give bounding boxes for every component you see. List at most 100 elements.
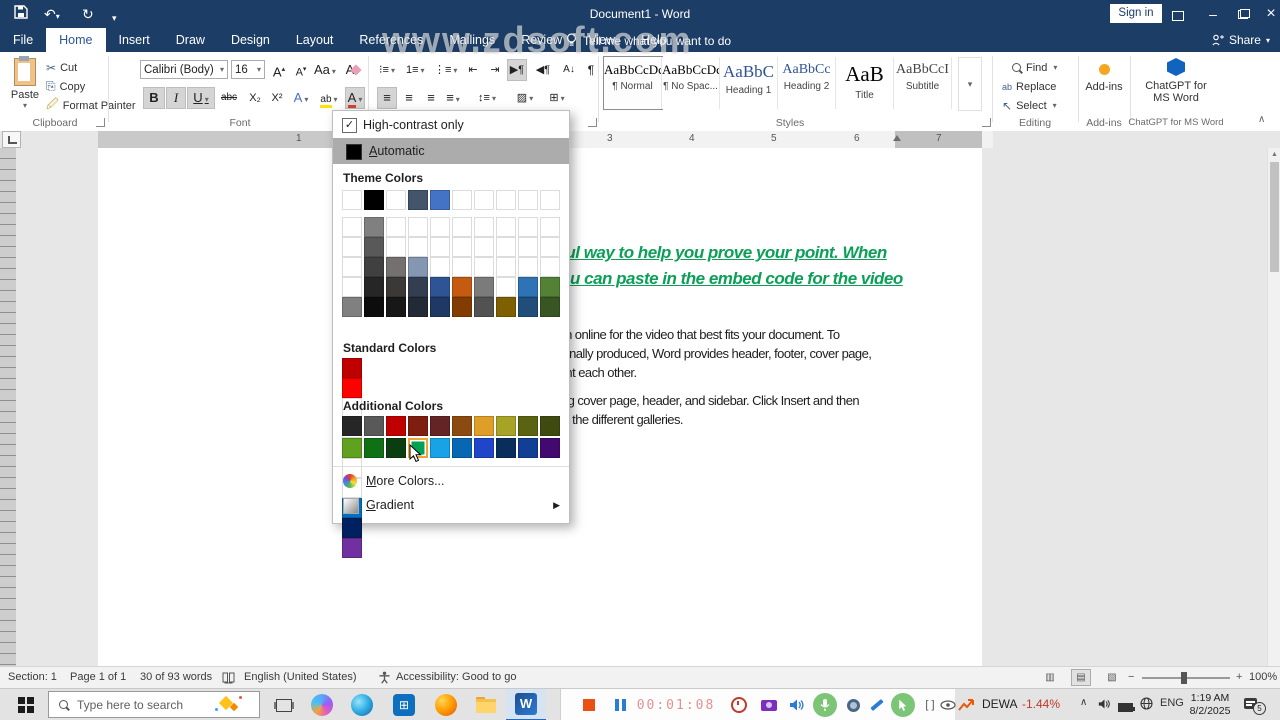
color-swatch[interactable] (386, 297, 406, 317)
color-swatch[interactable] (496, 257, 516, 277)
page-indicator[interactable]: Page 1 of 1 (70, 671, 126, 683)
copilot-button[interactable] (304, 689, 340, 720)
shrink-font-button[interactable]: A▾ (292, 60, 310, 80)
bold-button[interactable]: B (144, 88, 164, 108)
taskbar-search[interactable]: Type here to search (48, 691, 260, 718)
color-swatch[interactable] (364, 416, 384, 436)
screenshot-button[interactable] (757, 689, 781, 720)
start-button[interactable] (8, 689, 44, 720)
stock-name[interactable]: DEWA (982, 697, 1018, 711)
volume-icon[interactable] (1098, 697, 1111, 715)
style-subtitle[interactable]: AaBbCcISubtitle (894, 57, 952, 109)
tab-insert[interactable]: Insert (106, 28, 163, 52)
color-swatch[interactable] (342, 237, 362, 257)
color-swatch[interactable] (540, 277, 560, 297)
color-swatch[interactable] (408, 257, 428, 277)
section-indicator[interactable]: Section: 1 (8, 671, 57, 683)
share-button[interactable]: Share ▾ (1212, 33, 1270, 47)
pause-recording-button[interactable] (605, 689, 629, 720)
align-left-button[interactable]: ≡ (378, 88, 396, 108)
subscript-button[interactable]: X₂ (246, 88, 264, 108)
color-swatch[interactable] (518, 217, 538, 237)
store-button[interactable]: ⊞ (386, 689, 422, 720)
clear-formatting-button[interactable]: A (344, 60, 362, 80)
color-swatch[interactable] (342, 538, 362, 558)
select-button[interactable]: ↖Select▾ (1002, 97, 1057, 114)
timer-alarm-button[interactable] (727, 689, 751, 720)
task-view-button[interactable] (268, 689, 300, 720)
color-swatch[interactable] (342, 297, 362, 317)
text-effects-button[interactable]: A▾ (292, 88, 310, 108)
style-normal[interactable]: AaBbCcDc¶ Normal (604, 57, 662, 109)
zoom-level[interactable]: 100% (1249, 671, 1277, 683)
color-swatch[interactable] (364, 438, 384, 458)
checkbox-checked-icon[interactable]: ✓ (342, 118, 357, 133)
color-swatch[interactable] (518, 237, 538, 257)
scroll-up-icon[interactable]: ▲ (1268, 148, 1280, 158)
collapse-ribbon-icon[interactable]: ∧ (1258, 114, 1265, 125)
grow-font-button[interactable]: A▴ (270, 60, 288, 80)
increase-indent-button[interactable]: ⇥ (486, 60, 504, 80)
sign-in-button[interactable]: Sign in (1110, 4, 1162, 23)
color-swatch[interactable] (496, 416, 516, 436)
color-swatch[interactable] (540, 297, 560, 317)
color-swatch[interactable] (518, 257, 538, 277)
web-layout-button[interactable]: ▧ (1103, 670, 1121, 685)
shading-button[interactable]: ▨▾ (516, 88, 534, 108)
firefox-button[interactable] (428, 689, 464, 720)
print-layout-button[interactable]: ▤ (1072, 670, 1090, 685)
color-swatch[interactable] (386, 190, 406, 210)
cursor-highlight-button[interactable] (889, 689, 917, 720)
paste-button[interactable]: Paste ▾ (8, 56, 42, 114)
horizontal-ruler[interactable]: 1234567 (0, 131, 1280, 148)
color-swatch[interactable] (342, 416, 362, 436)
stock-change[interactable]: -1.44% (1022, 697, 1060, 711)
color-swatch[interactable] (430, 416, 450, 436)
word-taskbar-button[interactable]: W (506, 689, 546, 720)
color-swatch[interactable] (474, 277, 494, 297)
highlight-color-button[interactable]: ab▾ (320, 88, 338, 108)
color-swatch[interactable] (430, 190, 450, 210)
tab-design[interactable]: Design (218, 28, 283, 52)
color-swatch[interactable] (496, 190, 516, 210)
color-swatch[interactable] (342, 217, 362, 237)
color-swatch[interactable] (430, 297, 450, 317)
color-swatch[interactable] (452, 237, 472, 257)
color-swatch[interactable] (386, 217, 406, 237)
zoom-slider-thumb[interactable] (1181, 672, 1187, 684)
tab-draw[interactable]: Draw (163, 28, 218, 52)
color-swatch[interactable] (474, 217, 494, 237)
left-to-right-button[interactable]: ▶¶ (508, 60, 526, 80)
italic-button[interactable]: I (167, 88, 185, 108)
language-tray[interactable]: ENG (1160, 697, 1184, 709)
color-swatch[interactable] (408, 416, 428, 436)
cut-button[interactable]: ✂Cut (46, 59, 77, 76)
color-swatch[interactable] (518, 297, 538, 317)
color-swatch[interactable] (540, 257, 560, 277)
file-explorer-button[interactable] (468, 689, 504, 720)
gradient-option[interactable]: Gradient ▶ (333, 495, 569, 517)
color-swatch[interactable] (518, 277, 538, 297)
align-center-button[interactable]: ≡ (400, 88, 418, 108)
color-swatch[interactable] (496, 237, 516, 257)
font-size-combo[interactable]: 16▾ (231, 60, 265, 79)
color-swatch[interactable] (452, 438, 472, 458)
close-button[interactable]: × (1256, 0, 1280, 28)
annotate-button[interactable] (865, 689, 889, 720)
notification-center-icon[interactable]: 5 (1244, 696, 1257, 714)
proofing-icon[interactable] (222, 672, 235, 684)
style-title[interactable]: AaBTitle (836, 57, 894, 109)
color-swatch[interactable] (364, 237, 384, 257)
format-painter-button[interactable]: 🖉Format Painter (46, 97, 136, 114)
font-color-button[interactable]: A▾ (346, 88, 364, 108)
edge-button[interactable] (344, 689, 380, 720)
color-swatch[interactable] (430, 257, 450, 277)
network-icon[interactable] (1140, 697, 1153, 715)
color-swatch[interactable] (474, 438, 494, 458)
accessibility-status[interactable]: Accessibility: Good to go (396, 671, 516, 683)
high-contrast-only-option[interactable]: ✓ High-contrast only (333, 113, 569, 137)
paragraph-dialog-launcher[interactable] (588, 118, 597, 127)
color-swatch[interactable] (496, 438, 516, 458)
speaker-toggle-button[interactable] (785, 689, 809, 720)
clipboard-dialog-launcher[interactable] (96, 118, 105, 127)
